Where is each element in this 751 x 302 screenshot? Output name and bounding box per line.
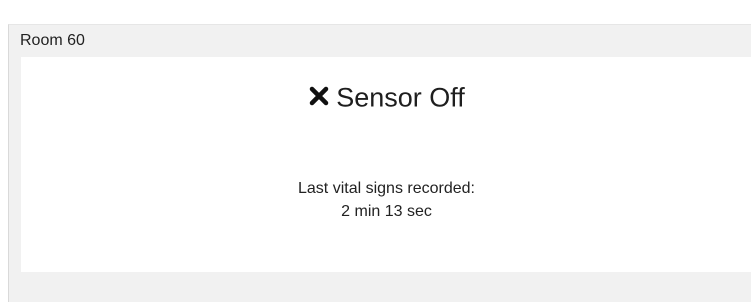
sensor-status: Sensor Off: [21, 81, 751, 113]
close-icon: [308, 85, 330, 107]
sensor-status-text: Sensor Off: [336, 82, 465, 113]
last-vitals-label: Last vital signs recorded:: [298, 180, 475, 197]
sensor-status-card: Sensor Off Last vital signs recorded: 2 …: [21, 57, 751, 272]
last-vitals-elapsed: 2 min 13 sec: [341, 203, 432, 220]
room-title: Room 60: [20, 32, 85, 49]
room-panel: Room 60 Sensor Off Last vital signs reco…: [8, 24, 751, 302]
